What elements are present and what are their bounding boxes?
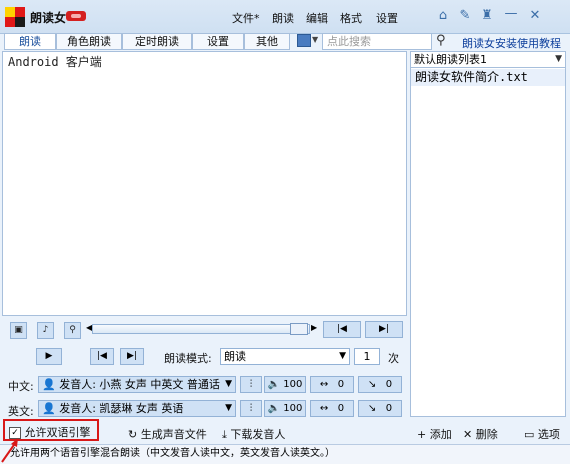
pitch-icon: ↘	[367, 403, 377, 414]
music-icon[interactable]: ♪	[37, 322, 54, 339]
english-voice-value: 发音人: 凯瑟琳 女声 英语	[59, 402, 184, 415]
tab-timed-read[interactable]: 定时朗读	[122, 33, 192, 50]
chevron-down-icon: ▼	[225, 403, 232, 413]
playlist-panel	[410, 51, 566, 417]
english-volume-value: 100	[283, 403, 303, 414]
generate-audio-label: 生成声音文件	[140, 428, 207, 441]
annotation-arrow-icon	[1, 438, 18, 463]
english-speed[interactable]: ↔ 0	[310, 400, 354, 417]
menu-settings[interactable]: 设置	[376, 10, 398, 26]
chevron-down-icon: ▼	[225, 379, 232, 389]
text-mode-icon[interactable]: ▣	[10, 322, 27, 339]
download-voice-button[interactable]: ⤓ 下载发音人	[222, 426, 285, 442]
close-icon[interactable]: ✕	[527, 8, 543, 24]
chinese-pitch-value: 0	[385, 379, 393, 390]
menu-edit[interactable]: 编辑	[306, 10, 328, 26]
english-pitch-value: 0	[385, 403, 393, 414]
chinese-voice-select[interactable]: 👤 发音人: 小燕 女声 中英文 普通话 ▼	[38, 376, 236, 393]
tab-read[interactable]: 朗读	[4, 33, 56, 50]
skip-back-button[interactable]: |◀	[90, 348, 114, 365]
microphone-icon[interactable]: ⚲	[64, 322, 81, 339]
help-link[interactable]: 朗读女安装使用教程	[462, 35, 561, 51]
speed-icon: ↔	[319, 379, 329, 390]
read-count-input[interactable]: 1	[354, 348, 380, 365]
previous-button[interactable]: |◀	[323, 321, 361, 338]
record-icon[interactable]	[66, 11, 86, 21]
download-icon: ⤓	[222, 428, 227, 441]
voice-settings-icon[interactable]: ⫶	[240, 376, 262, 393]
app-logo-icon	[5, 7, 25, 27]
search-input[interactable]: 点此搜索	[322, 33, 432, 50]
english-label: 英文:	[8, 405, 34, 418]
delete-label: 删除	[475, 428, 498, 441]
speed-icon: ↔	[319, 403, 329, 414]
shirt-icon[interactable]: ♜	[479, 8, 495, 24]
person-icon: 👤	[42, 402, 56, 415]
english-pitch[interactable]: ↘ 0	[358, 400, 402, 417]
status-text: 允许用两个语音引擎混合朗读（中文发音人读中文，英文发音人读英文。）	[10, 448, 335, 459]
options-button[interactable]: ▭ 选项	[524, 426, 560, 442]
chevron-down-icon[interactable]: ▼	[312, 35, 318, 44]
refresh-icon: ↻	[128, 428, 138, 441]
plus-icon: +	[417, 428, 427, 441]
playlist-select[interactable]: 默认朗读列表1 ▼	[410, 51, 566, 68]
volume-icon: 🔈	[267, 403, 281, 414]
chinese-speed-value: 0	[337, 379, 345, 390]
chinese-label: 中文:	[8, 380, 34, 393]
menu-format[interactable]: 格式	[340, 10, 362, 26]
progress-bar[interactable]	[92, 324, 310, 334]
read-mode-label: 朗读模式:	[164, 352, 212, 365]
delete-icon: ✕	[463, 428, 473, 441]
chinese-voice-value: 发音人: 小燕 女声 中英文 普通话	[59, 378, 220, 391]
tab-role-read[interactable]: 角色朗读	[56, 33, 122, 50]
status-bar: 允许用两个语音引擎混合朗读（中文发音人读中文，英文发音人读英文。）	[0, 444, 570, 464]
skip-forward-button[interactable]: ▶|	[120, 348, 144, 365]
read-count-unit: 次	[388, 352, 399, 365]
dual-engine-label: 允许双语引擎	[24, 426, 91, 439]
english-speed-value: 0	[337, 403, 345, 414]
chinese-speed[interactable]: ↔ 0	[310, 376, 354, 393]
playlist-select-value: 默认朗读列表1	[414, 53, 487, 66]
chinese-volume[interactable]: 🔈 100	[264, 376, 306, 393]
english-voice-select[interactable]: 👤 发音人: 凯瑟琳 女声 英语 ▼	[38, 400, 236, 417]
volume-icon: 🔈	[267, 379, 281, 390]
chinese-pitch[interactable]: ↘ 0	[358, 376, 402, 393]
download-voice-label: 下载发音人	[230, 428, 286, 441]
image-icon[interactable]	[297, 34, 311, 47]
add-button[interactable]: + 添加	[417, 426, 452, 442]
scroll-right-icon[interactable]: ▶	[311, 323, 317, 332]
progress-thumb[interactable]	[290, 323, 308, 335]
options-label: 选项	[537, 428, 560, 441]
voice-settings-icon[interactable]: ⫶	[240, 400, 262, 417]
chinese-volume-value: 100	[283, 379, 303, 390]
english-volume[interactable]: 🔈 100	[264, 400, 306, 417]
read-mode-select[interactable]: 朗读 ▼	[220, 348, 350, 365]
next-button[interactable]: ▶|	[365, 321, 403, 338]
playlist-item[interactable]: 朗读女软件简介.txt	[411, 69, 565, 86]
generate-audio-button[interactable]: ↻ 生成声音文件	[128, 426, 207, 442]
text-editor[interactable]	[2, 51, 407, 316]
menu-file[interactable]: 文件*	[232, 10, 260, 26]
chevron-down-icon: ▼	[555, 54, 562, 64]
window-icon: ▭	[524, 428, 535, 441]
home-icon[interactable]: ⌂	[435, 8, 451, 24]
delete-button[interactable]: ✕ 删除	[463, 426, 498, 442]
minimize-icon[interactable]: —	[503, 6, 519, 22]
search-icon[interactable]: ⚲	[436, 33, 446, 48]
app-title: 朗读女	[30, 11, 67, 25]
menu-read[interactable]: 朗读	[272, 10, 294, 26]
play-button[interactable]: ▶	[36, 348, 62, 365]
person-icon: 👤	[42, 378, 56, 391]
pitch-icon: ↘	[367, 379, 377, 390]
tab-settings[interactable]: 设置	[192, 33, 244, 50]
tab-other[interactable]: 其他	[244, 33, 290, 50]
read-mode-value: 朗读	[224, 350, 246, 363]
chevron-down-icon: ▼	[339, 351, 346, 361]
pin-icon[interactable]: ✎	[457, 8, 473, 24]
add-label: 添加	[429, 428, 452, 441]
editor-text: Android 客户端	[8, 55, 102, 69]
